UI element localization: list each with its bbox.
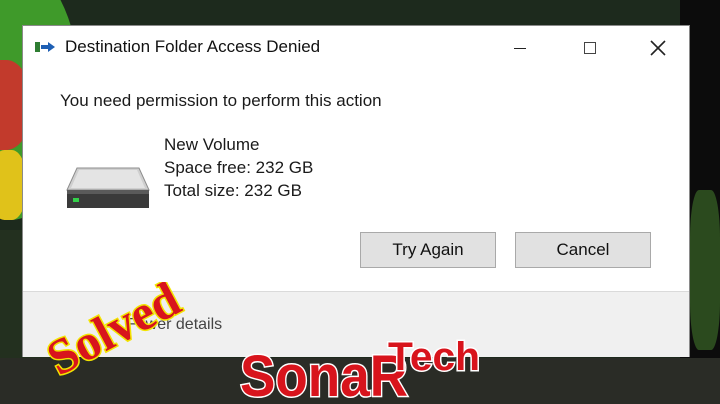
close-button[interactable]	[623, 26, 693, 70]
cancel-button[interactable]: Cancel	[515, 232, 651, 268]
volume-name: New Volume	[164, 135, 260, 154]
try-again-button[interactable]: Try Again	[360, 232, 496, 268]
volume-space-free: Space free: 232 GB	[164, 158, 314, 177]
volume-total-size: Total size: 232 GB	[164, 181, 302, 200]
maximize-button[interactable]	[555, 26, 625, 70]
move-file-icon	[35, 42, 55, 52]
brand-watermark: SonaR Tech	[239, 334, 482, 404]
title-bar: Destination Folder Access Denied	[23, 26, 689, 70]
minimize-icon	[514, 47, 526, 49]
maximize-icon	[584, 42, 596, 54]
brand-tech-text: Tech	[388, 335, 480, 379]
dialog-title: Destination Folder Access Denied	[65, 37, 321, 56]
minimize-button[interactable]	[485, 26, 555, 70]
solved-stamp: Solved	[36, 282, 191, 382]
brand-sonar-text: SonaR	[240, 344, 408, 404]
solved-stamp-text: Solved	[38, 282, 190, 382]
hard-drive-icon	[66, 167, 150, 208]
close-icon	[650, 40, 666, 56]
permission-message: You need permission to perform this acti…	[60, 91, 382, 110]
